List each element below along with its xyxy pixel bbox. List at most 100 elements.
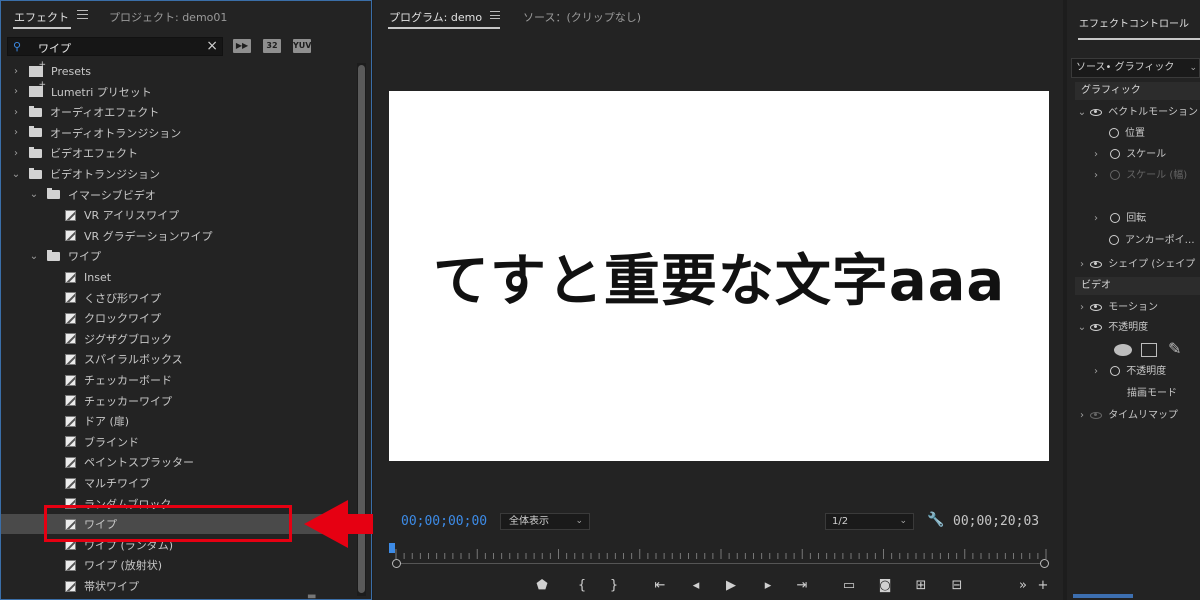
play-icon[interactable]: ▶ [721,578,741,593]
chevron-right-icon[interactable]: › [1091,362,1101,382]
tree-item[interactable]: ワイプ (放射状) [1,555,357,575]
chevron-down-icon[interactable]: ⌄ [1077,103,1087,123]
tree-item[interactable]: › オーディオトランジション [1,123,357,143]
export-frame-camera-icon[interactable]: ◙ [875,578,895,593]
multicam-icon[interactable]: ⊞ [911,578,931,593]
chevron-right-icon[interactable]: › [11,86,21,97]
chevron-right-icon[interactable]: › [1077,298,1087,318]
tree-item[interactable]: › Presets [1,61,357,81]
tab-source[interactable]: ソース：(クリップなし) [523,9,641,25]
vector-motion-row[interactable]: ⌄ ベクトルモーション [1077,103,1200,123]
32bit-filter-button[interactable]: 32 [263,39,281,53]
tree-item[interactable]: スパイラルボックス [1,349,357,369]
stopwatch-icon[interactable] [1109,235,1119,245]
video-frame[interactable]: てすと重要な文字aaa [389,91,1049,461]
tree-item[interactable]: › ビデオエフェクト [1,143,357,163]
pen-mask-icon[interactable]: ✎ [1168,339,1181,358]
chevron-right-icon[interactable]: › [1091,209,1101,229]
scale-row[interactable]: › スケール [1091,145,1200,165]
eye-icon[interactable] [1090,323,1103,331]
settings-wrench-icon[interactable]: 🔧 [927,512,944,528]
more-icon[interactable]: » [1013,578,1033,593]
comparison-view-icon[interactable]: ⊟ [947,578,967,593]
zoom-handle-right[interactable] [1040,559,1049,568]
rotation-row[interactable]: › 回転 [1091,209,1200,229]
eye-icon[interactable] [1090,411,1103,419]
stopwatch-icon[interactable] [1109,128,1119,138]
clear-icon[interactable]: × [206,38,218,54]
chevron-right-icon[interactable]: › [1077,406,1087,426]
go-to-out-icon[interactable]: ⇥ [792,578,812,593]
stopwatch-icon[interactable] [1110,149,1121,159]
tree-item[interactable]: ⌄ ビデオトランジション [1,164,357,184]
stopwatch-icon[interactable] [1110,213,1121,223]
tree-item[interactable]: チェッカーボード [1,370,357,390]
tree-item[interactable]: ペイントスプラッター [1,452,357,472]
tree-item[interactable]: クロックワイプ [1,308,357,328]
tree-item[interactable]: ドア (扉) [1,411,357,431]
chevron-right-icon[interactable]: › [11,148,21,159]
opacity-row[interactable]: ⌄ 不透明度 [1077,318,1200,338]
chevron-right-icon[interactable]: › [11,127,21,138]
tree-item[interactable]: Inset [1,267,357,287]
source-select[interactable]: ソース• グラフィック ⌄ [1071,58,1200,78]
stopwatch-icon[interactable] [1110,366,1121,376]
tab-project[interactable]: プロジェクト: demo01 [109,9,227,25]
position-row[interactable]: 位置 [1109,124,1200,144]
search-input[interactable]: ⚲ ワイプ × [7,37,223,56]
chevron-right-icon[interactable]: › [1077,255,1087,275]
tree-item[interactable]: ブラインド [1,432,357,452]
add-marker-icon[interactable]: ⬟ [532,578,552,593]
tab-effect-controls[interactable]: エフェクトコントロール [1079,15,1189,30]
tab-effects[interactable]: エフェクト [14,9,69,25]
tree-item[interactable]: マルチワイプ [1,473,357,493]
program-menu-icon[interactable] [490,11,500,19]
motion-row[interactable]: › モーション [1077,298,1200,318]
tree-item[interactable]: VR アイリスワイプ [1,205,357,225]
tree-item[interactable]: › Lumetri プリセット [1,80,357,102]
chevron-right-icon[interactable]: › [11,107,21,118]
eye-icon[interactable] [1090,108,1103,116]
time-remap-row[interactable]: › タイムリマップ [1077,406,1200,426]
mark-out-icon[interactable]: } [604,578,624,593]
accelerated-effects-filter-button[interactable]: ▶▶ [233,39,251,53]
chevron-right-icon[interactable]: › [1091,145,1101,165]
chevron-down-icon[interactable]: ⌄ [29,189,39,200]
button-editor-plus-icon[interactable]: + [1033,578,1053,593]
zoom-handle-left[interactable] [392,559,401,568]
tab-menu-icon[interactable] [77,10,88,19]
tree-item[interactable]: ⌄ イマーシブビデオ [1,185,357,205]
step-back-icon[interactable]: ◂ [686,578,706,593]
zoom-scroll-bar[interactable] [397,563,1045,564]
chevron-right-icon[interactable]: › [11,66,21,77]
chevron-down-icon[interactable]: ⌄ [1077,318,1087,338]
tree-item[interactable]: › オーディオエフェクト [1,102,357,122]
tree-item[interactable]: ⌄ ワイプ [1,246,357,266]
mark-in-icon[interactable]: { [572,578,592,593]
rectangle-mask-icon[interactable] [1141,343,1157,357]
opacity-value-row[interactable]: › 不透明度 [1091,362,1200,382]
tree-item[interactable]: VR グラデーションワイプ [1,226,357,246]
blend-mode-row[interactable]: 描画モード [1127,384,1200,404]
chevron-down-icon[interactable]: ⌄ [11,169,21,180]
tree-item[interactable]: 帯状ワイプ [1,576,357,596]
playhead[interactable] [389,543,395,553]
ellipse-mask-icon[interactable] [1114,344,1132,356]
step-forward-icon[interactable]: ▸ [758,578,778,593]
resolution-select[interactable]: 1/2 ⌄ [825,513,914,530]
new-folder-icon[interactable]: ▬ [307,591,316,600]
eye-icon[interactable] [1090,303,1103,311]
zoom-select[interactable]: 全体表示 ⌄ [500,513,590,530]
current-timecode[interactable]: 00;00;00;00 [401,514,487,529]
eye-icon[interactable] [1090,260,1103,268]
chevron-down-icon[interactable]: ⌄ [29,251,39,262]
tab-program[interactable]: プログラム: demo [389,9,482,25]
tree-item[interactable]: ジグザグブロック [1,329,357,349]
go-to-in-icon[interactable]: ⇤ [650,578,670,593]
anchor-row[interactable]: アンカーポイ… [1109,231,1200,251]
tree-item[interactable]: くさび形ワイプ [1,288,357,308]
tree-item[interactable]: チェッカーワイプ [1,391,357,411]
safe-margins-icon[interactable]: ▭ [839,578,859,593]
shape-row[interactable]: › シェイプ (シェイプ [1077,255,1200,275]
yuv-filter-button[interactable]: YUV [293,39,311,53]
